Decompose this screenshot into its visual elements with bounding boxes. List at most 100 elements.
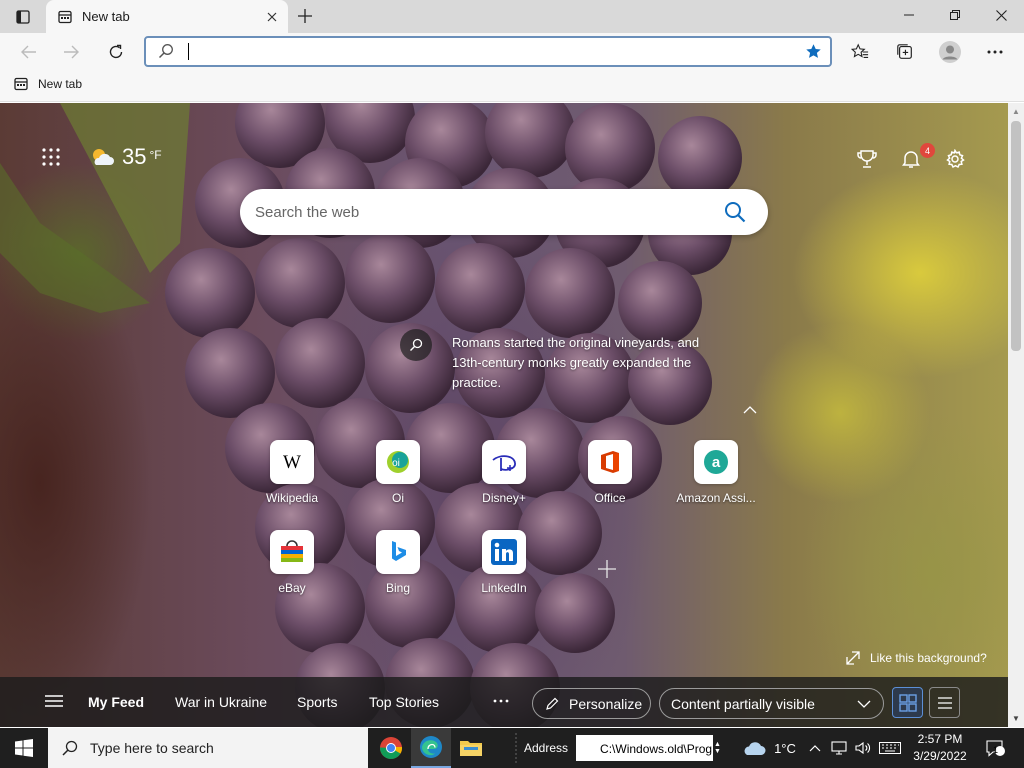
feed-tab-war-in-ukraine[interactable]: War in Ukraine: [175, 694, 267, 710]
tab-new-tab[interactable]: New tab: [46, 0, 288, 33]
quick-link-wikipedia[interactable]: W Wikipedia: [244, 440, 340, 520]
favorites-button[interactable]: [845, 37, 875, 67]
windows-taskbar: Address C:\Windows.old\Prog ▲ ▼ 1°C 2:57…: [0, 728, 1024, 768]
minimize-icon: [904, 14, 914, 16]
feed-more-button[interactable]: [493, 690, 509, 708]
page-settings-button[interactable]: [943, 147, 967, 171]
network-button[interactable]: [828, 728, 850, 768]
feed-tab-my-feed[interactable]: My Feed: [88, 694, 144, 710]
partly-cloudy-icon: [93, 149, 114, 165]
file-explorer-taskbar-button[interactable]: [451, 728, 491, 768]
quick-link-label: Office: [594, 491, 626, 505]
refresh-icon: [109, 44, 123, 59]
tab-actions-button[interactable]: [10, 7, 36, 27]
image-info-button[interactable]: [400, 329, 432, 361]
scrollbar-thumb[interactable]: [1011, 121, 1021, 351]
gear-icon: [946, 149, 965, 169]
quick-link-label: Disney+: [482, 491, 526, 505]
grid-layout-button[interactable]: [892, 687, 923, 718]
address-input[interactable]: [186, 42, 786, 61]
address-bar[interactable]: [144, 36, 832, 67]
collections-button[interactable]: [890, 37, 920, 67]
bing-icon: [376, 530, 420, 574]
feed-tab-top-stories[interactable]: Top Stories: [369, 694, 439, 710]
svg-text:oi: oi: [392, 458, 400, 469]
show-hidden-icons-button[interactable]: [806, 728, 824, 768]
chrome-taskbar-button[interactable]: [371, 728, 411, 768]
web-search-input[interactable]: [255, 202, 695, 222]
quick-link-linkedin[interactable]: LinkedIn: [456, 530, 552, 610]
svg-text:W: W: [283, 452, 301, 472]
favorite-star-icon[interactable]: [805, 43, 822, 60]
weather-widget[interactable]: 35 °F: [90, 144, 162, 170]
quick-link-ebay[interactable]: eBay: [244, 530, 340, 610]
close-window-button[interactable]: [978, 0, 1024, 30]
personalize-label: Personalize: [569, 695, 643, 712]
refresh-button[interactable]: [101, 37, 131, 67]
close-icon: [267, 12, 277, 21]
tab-close-button[interactable]: [262, 7, 282, 27]
settings-more-button[interactable]: [980, 37, 1010, 67]
scroll-down-arrow-icon[interactable]: ▼: [1012, 714, 1020, 723]
quick-link-amazon-assistant[interactable]: a Amazon Assi...: [668, 440, 764, 520]
rewards-button[interactable]: [855, 147, 879, 171]
feed-menu-button[interactable]: [45, 694, 63, 711]
edge-taskbar-button[interactable]: [411, 728, 451, 768]
add-quick-link-button[interactable]: [598, 558, 616, 584]
page-scrollbar[interactable]: ▲ ▼: [1008, 103, 1024, 727]
search-icon[interactable]: [724, 201, 746, 223]
scroll-up-arrow-icon[interactable]: ▲: [1012, 107, 1020, 116]
favorite-new-tab[interactable]: New tab: [14, 77, 82, 91]
chevron-down-icon: [857, 700, 871, 708]
action-center-button[interactable]: 1: [980, 728, 1010, 768]
avatar-icon: [939, 41, 961, 63]
background-fact-text[interactable]: Romans started the original vineyards, a…: [452, 333, 702, 393]
search-icon: [158, 44, 173, 59]
forward-button[interactable]: [56, 37, 86, 67]
clock-date: 3/29/2022: [913, 749, 967, 763]
chevron-up-icon: [743, 406, 757, 414]
favorites-bar: New tab: [0, 70, 1024, 102]
back-button[interactable]: [14, 37, 44, 67]
list-layout-button[interactable]: [929, 687, 960, 718]
toolbar-grip-icon: [515, 733, 517, 763]
quick-link-oi[interactable]: oi Oi: [350, 440, 446, 520]
like-background-button[interactable]: Like this background?: [846, 651, 987, 665]
taskbar-search-input[interactable]: [90, 740, 340, 756]
collections-icon: [897, 44, 912, 59]
restore-button[interactable]: [932, 0, 978, 30]
profile-button[interactable]: [935, 37, 965, 67]
content-visibility-dropdown[interactable]: Content partially visible: [659, 688, 884, 719]
taskbar-weather[interactable]: 1°C: [735, 728, 803, 768]
address-toolbar-input[interactable]: C:\Windows.old\Prog: [576, 735, 714, 761]
minimize-button[interactable]: [886, 0, 932, 30]
browser-toolbar: [0, 33, 1024, 70]
volume-button[interactable]: [852, 728, 874, 768]
linkedin-icon: [482, 530, 526, 574]
quick-link-disney-plus[interactable]: Disney+: [456, 440, 552, 520]
wikipedia-icon: W: [270, 440, 314, 484]
start-button[interactable]: [0, 728, 48, 768]
notification-badge: 4: [920, 143, 935, 158]
clock-time: 2:57 PM: [917, 732, 963, 746]
apps-launcher-button[interactable]: [42, 148, 60, 169]
input-keyboard-button[interactable]: [877, 728, 903, 768]
restore-icon: [950, 10, 960, 20]
title-bar: New tab: [0, 0, 1024, 33]
favorites-list-icon: [851, 43, 869, 58]
collapse-button[interactable]: [743, 401, 757, 417]
system-clock[interactable]: 2:57 PM 3/29/2022: [908, 731, 972, 765]
tab-title: New tab: [82, 9, 130, 24]
taskbar-search-box[interactable]: [48, 728, 368, 768]
quick-link-office[interactable]: Office: [562, 440, 658, 520]
plus-icon: [598, 560, 616, 578]
text-cursor: [188, 43, 189, 60]
web-search-box[interactable]: [240, 189, 768, 235]
personalize-button[interactable]: Personalize: [532, 688, 651, 719]
feed-tab-sports[interactable]: Sports: [297, 694, 337, 710]
address-toolbar-scroll[interactable]: ▲ ▼: [710, 728, 725, 768]
new-tab-button[interactable]: [292, 5, 318, 27]
hamburger-icon: [45, 695, 63, 707]
like-background-label: Like this background?: [870, 651, 987, 665]
quick-link-bing[interactable]: Bing: [350, 530, 446, 610]
